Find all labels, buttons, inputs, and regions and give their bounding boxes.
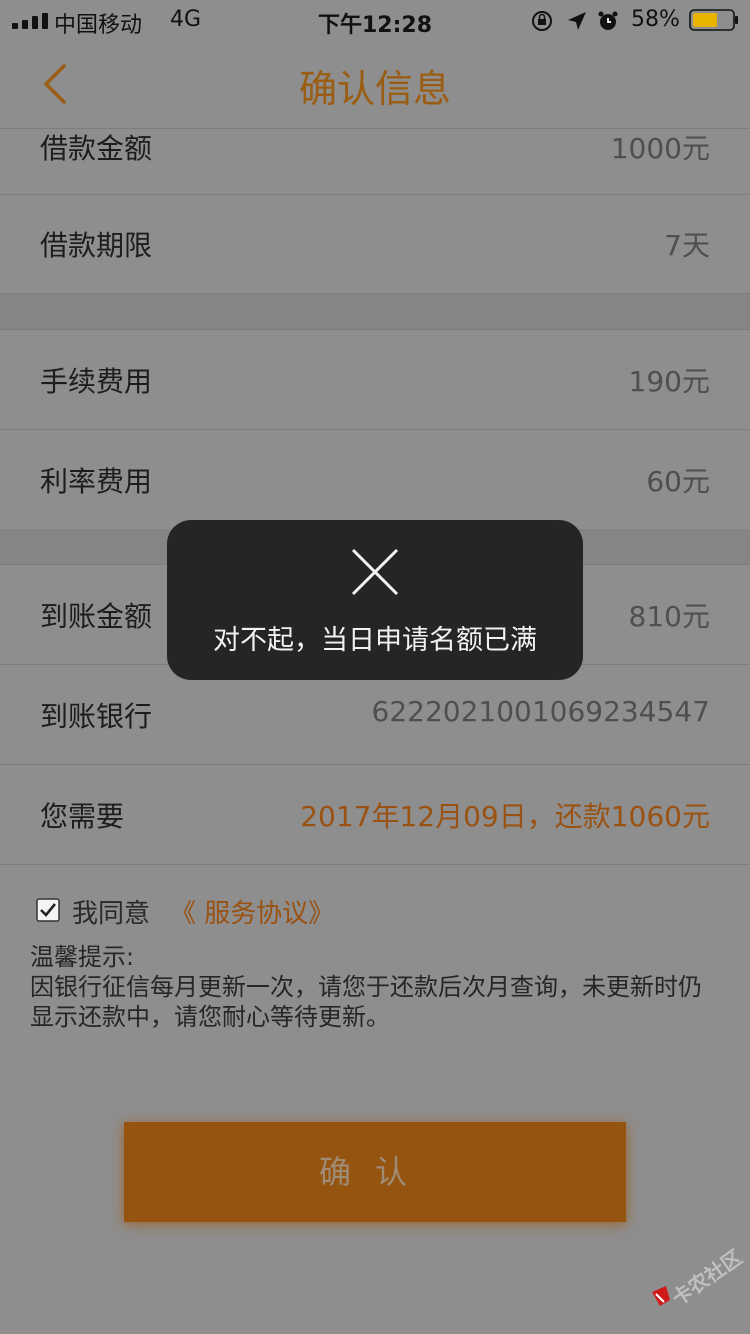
row-bank: 到账银行 6222021001069234547 bbox=[0, 665, 750, 765]
row-value: 1000元 bbox=[610, 132, 710, 165]
row-interest: 利率费用 60元 bbox=[0, 430, 750, 530]
close-icon bbox=[351, 548, 399, 596]
battery-icon bbox=[689, 9, 738, 31]
row-label: 借款金额 bbox=[40, 132, 153, 165]
row-label: 手续费用 bbox=[40, 365, 153, 398]
error-toast: 对不起，当日申请名额已满 bbox=[167, 520, 583, 680]
row-loan-term: 借款期限 7天 bbox=[0, 194, 750, 294]
row-label: 到账金额 bbox=[40, 600, 153, 633]
alarm-icon bbox=[598, 11, 618, 30]
row-label: 利率费用 bbox=[40, 465, 153, 498]
row-label: 您需要 bbox=[40, 800, 125, 833]
row-label: 借款期限 bbox=[40, 229, 153, 262]
row-value: 6222021001069234547 bbox=[371, 695, 710, 728]
row-label: 到账银行 bbox=[40, 700, 153, 733]
row-value: 190元 bbox=[628, 365, 710, 398]
tips: 温馨提示: 因银行征信每月更新一次，请您于还款后次月查询，未更新时仍显示还款中，… bbox=[30, 942, 720, 1032]
row-value: 60元 bbox=[646, 465, 710, 498]
tips-title: 温馨提示: bbox=[30, 943, 135, 971]
confirm-button[interactable]: 确认 bbox=[124, 1122, 626, 1222]
section-gap bbox=[0, 294, 750, 330]
checkbox[interactable] bbox=[36, 898, 60, 922]
agreement-text: 我同意 bbox=[72, 899, 151, 929]
status-bar: 中国移动 4G 下午12:28 58% bbox=[0, 0, 750, 40]
row-value: 7天 bbox=[664, 229, 710, 262]
service-agreement-link[interactable]: 《 服务协议》 bbox=[170, 893, 334, 930]
tips-body: 因银行征信每月更新一次，请您于还款后次月查询，未更新时仍显示还款中，请您耐心等待… bbox=[30, 973, 702, 1031]
location-arrow-icon bbox=[568, 12, 586, 30]
row-fee: 手续费用 190元 bbox=[0, 330, 750, 430]
orientation-lock-icon bbox=[532, 11, 552, 31]
row-value: 810元 bbox=[628, 600, 710, 633]
battery-percent: 58% bbox=[631, 7, 680, 32]
row-value: 2017年12月09日，还款1060元 bbox=[300, 800, 710, 833]
row-repayment: 您需要 2017年12月09日，还款1060元 bbox=[0, 765, 750, 865]
watermark-logo: 卡农社区 bbox=[644, 1244, 747, 1314]
row-loan-amount: 借款金额 1000元 bbox=[0, 95, 750, 195]
toast-message: 对不起，当日申请名额已满 bbox=[213, 625, 537, 656]
status-icons bbox=[532, 11, 618, 31]
